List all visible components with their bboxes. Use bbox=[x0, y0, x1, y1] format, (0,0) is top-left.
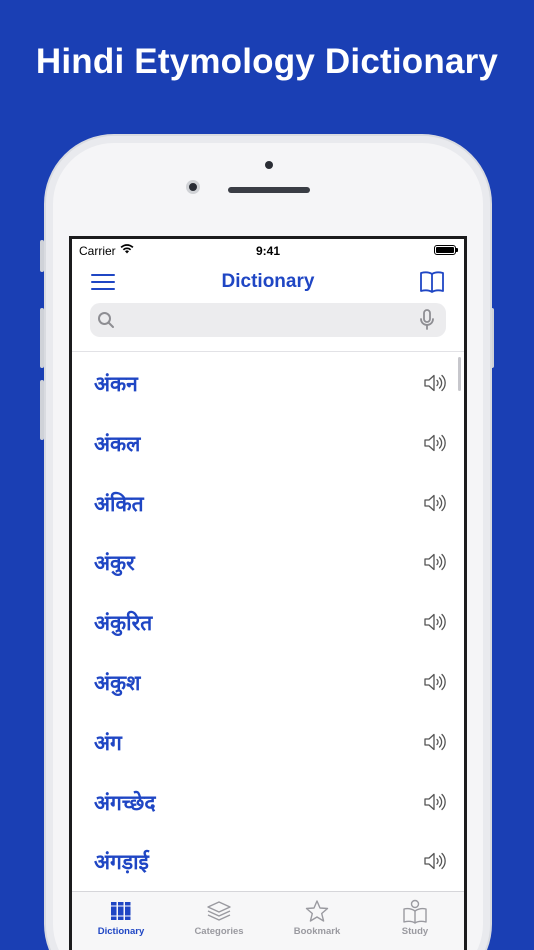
list-item[interactable]: अंगड़ाई bbox=[72, 830, 464, 890]
word-label: अंग bbox=[94, 730, 122, 755]
tab-label: Study bbox=[401, 926, 429, 937]
list-item[interactable]: अंकन bbox=[72, 352, 464, 412]
word-label: अंगच्छेद bbox=[94, 790, 156, 815]
app-screen: Carrier 9:41 Dictionary अंकन अंकल अंकित … bbox=[69, 236, 467, 950]
tab-bookmark[interactable]: Bookmark bbox=[268, 892, 366, 950]
speaker-icon[interactable] bbox=[422, 790, 446, 819]
word-label: अंकुर bbox=[94, 551, 135, 576]
star-icon bbox=[304, 899, 330, 928]
speaker-icon[interactable] bbox=[422, 431, 446, 460]
search-icon bbox=[97, 311, 115, 334]
list-item[interactable]: अंकुरित bbox=[72, 591, 464, 651]
list-item[interactable]: अंगच्छेद bbox=[72, 771, 464, 831]
word-label: अंकुश bbox=[94, 670, 141, 695]
battery-icon bbox=[434, 245, 458, 255]
word-label: अंकल bbox=[94, 431, 141, 456]
earpiece-speaker bbox=[228, 187, 310, 193]
layers-icon bbox=[206, 899, 232, 928]
list-item[interactable]: अंकुर bbox=[72, 531, 464, 591]
word-label: अंगड़ाई bbox=[94, 850, 149, 875]
list-item[interactable]: अंकित bbox=[72, 472, 464, 532]
speaker-icon[interactable] bbox=[422, 670, 446, 699]
speaker-icon[interactable] bbox=[422, 371, 446, 400]
tab-label: Bookmark bbox=[293, 926, 341, 937]
list-item[interactable]: अंग bbox=[72, 711, 464, 771]
speaker-icon[interactable] bbox=[422, 849, 446, 878]
speaker-icon[interactable] bbox=[422, 550, 446, 579]
nav-bar: Dictionary bbox=[72, 261, 464, 301]
list-item[interactable]: अंकल bbox=[72, 412, 464, 472]
word-label: अंकित bbox=[94, 491, 144, 516]
tab-study[interactable]: Study bbox=[366, 892, 464, 950]
word-list: अंकन अंकल अंकित अंकुर अंकुरित अंकुश अंग अंगच्छे… bbox=[72, 352, 464, 890]
scrollbar[interactable] bbox=[458, 357, 461, 391]
front-sensor bbox=[265, 161, 273, 169]
status-time: 9:41 bbox=[255, 244, 281, 258]
books-icon bbox=[109, 899, 133, 928]
tab-categories[interactable]: Categories bbox=[170, 892, 268, 950]
status-bar: Carrier 9:41 bbox=[72, 239, 464, 261]
front-camera bbox=[186, 180, 200, 194]
search-input[interactable] bbox=[124, 309, 406, 331]
page-title: Dictionary bbox=[221, 271, 315, 292]
promo-headline: Hindi Etymology Dictionary bbox=[35, 42, 499, 81]
tab-dictionary[interactable]: Dictionary bbox=[72, 892, 170, 950]
tab-bar: Dictionary Categories Bookmark Study bbox=[72, 891, 464, 950]
speaker-icon[interactable] bbox=[422, 491, 446, 520]
search-bar[interactable] bbox=[90, 303, 446, 337]
microphone-icon[interactable] bbox=[420, 309, 434, 336]
tab-label: Dictionary bbox=[97, 926, 145, 937]
word-label: अंकन bbox=[94, 372, 138, 396]
list-item[interactable]: अंकुश bbox=[72, 651, 464, 711]
speaker-icon[interactable] bbox=[422, 730, 446, 759]
tab-label: Categories bbox=[194, 926, 244, 937]
speaker-icon[interactable] bbox=[422, 610, 446, 639]
word-label: अंकुरित bbox=[94, 611, 153, 636]
open-book-icon[interactable] bbox=[419, 270, 445, 299]
